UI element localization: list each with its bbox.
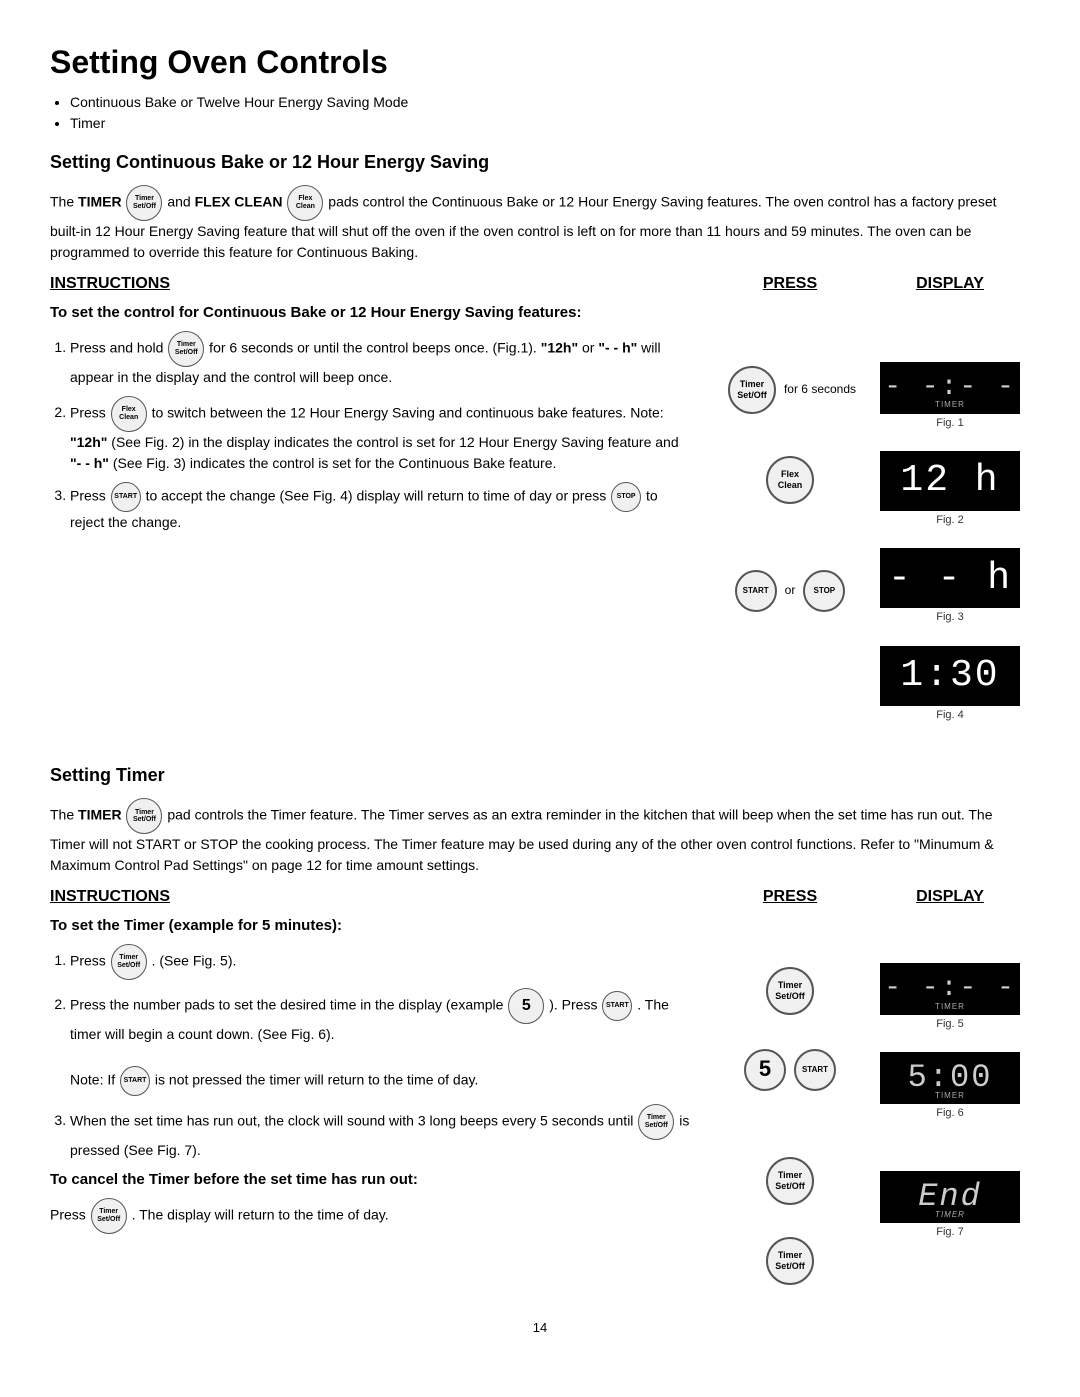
section1-press-3: START or STOP [733,568,848,614]
section1-step-3: Press START to accept the change (See Fi… [70,482,690,533]
fig2-label: Fig. 2 [936,513,964,528]
timer-for-6sec: TimerSet/Off for 6 seconds [724,362,856,418]
timer-btn-step1: TimerSet/Off [168,331,204,367]
fig7-display: End TIMER [880,1171,1020,1223]
section1-subsection-heading: To set the control for Continuous Bake o… [50,302,690,323]
fig4-display: 1:30 [880,646,1020,706]
fig4-label: Fig. 4 [936,708,964,723]
col-header-instructions-2: INSTRUCTIONS [50,886,710,914]
fig6-display: 5:00 TIMER [880,1052,1020,1104]
section1-intro: The TIMER TimerSet/Off and FLEX CLEAN Fl… [50,185,1030,263]
col-header-press-1: PRESS [710,273,870,301]
fig5: - -:- - TIMER Fig. 5 [880,963,1020,1044]
col-header-instructions-1: INSTRUCTIONS [50,273,710,301]
for-6-seconds-label: for 6 seconds [784,381,856,398]
number-5-btn: 5 [508,988,544,1024]
section2-subsection1-heading: To set the Timer (example for 5 minutes)… [50,915,690,936]
col-header-display-1: DISPLAY [870,273,1030,301]
number-start-row: 5 START [742,1047,838,1093]
section2-step-2: Press the number pads to set the desired… [70,988,690,1096]
section1-instructions-body: To set the control for Continuous Bake o… [50,302,710,744]
flex-clean-button-press2: FlexClean [766,456,814,504]
section2-instructions-body: To set the Timer (example for 5 minutes)… [50,915,710,1289]
section2-cancel-text: Press TimerSet/Off . The display will re… [50,1198,690,1234]
fig3-display: - - h [880,548,1020,608]
fig3: - - h Fig. 3 [880,548,1020,637]
stop-btn-step3: STOP [611,482,641,512]
fig4: 1:30 Fig. 4 [880,646,1020,735]
fig1: - -:- - TIMER Fig. 1 [880,362,1020,443]
page-title: Setting Oven Controls [50,40,1030,85]
fig6-sub: TIMER [935,1090,965,1101]
fig4-text: 1:30 [900,649,999,702]
timer-btn-s2-step1: TimerSet/Off [111,944,147,980]
section2-heading: Setting Timer [50,763,1030,788]
bullet-item-2: Timer [70,114,1030,134]
timer-button-press1: TimerSet/Off [728,366,776,414]
timer-btn-cancel-press: TimerSet/Off [766,1237,814,1285]
fig1-sub: TIMER [935,399,965,410]
start-btn-step3: START [111,482,141,512]
section2-subsection2-heading: To cancel the Timer before the set time … [50,1169,690,1190]
section1-display-col: - -:- - TIMER Fig. 1 12 h Fig. 2 - - h F… [870,302,1030,744]
timer-button-s2-press1: TimerSet/Off [766,967,814,1015]
section1-heading: Setting Continuous Bake or 12 Hour Energ… [50,150,1030,175]
start-btn-s2-step2: START [602,991,632,1021]
bullet-list: Continuous Bake or Twelve Hour Energy Sa… [70,93,1030,134]
number-5-press: 5 [744,1049,786,1091]
section2-intro: The TIMER TimerSet/Off pad controls the … [50,798,1030,876]
section2-press-cancel: TimerSet/Off [762,1233,818,1289]
fig7: End TIMER Fig. 7 [880,1171,1020,1252]
section2-press-col: TimerSet/Off 5 START TimerSet/Off TimerS… [710,915,870,1289]
section1-press-col: TimerSet/Off for 6 seconds FlexClean STA… [710,302,870,744]
fig5-sub: TIMER [935,1001,965,1012]
section2-display-col: - -:- - TIMER Fig. 5 5:00 TIMER Fig. 6 E… [870,915,1030,1289]
fig2-text: 12 h [900,454,999,507]
fig6: 5:00 TIMER Fig. 6 [880,1052,1020,1133]
timer-btn-s2-step3: TimerSet/Off [638,1104,674,1140]
fig5-label: Fig. 5 [936,1017,964,1032]
stop-button-press3: STOP [803,570,845,612]
section2-press-2: 5 START [742,1047,838,1093]
section2-steps-list: Press TimerSet/Off . (See Fig. 5). Press… [70,944,690,1161]
fig2: 12 h Fig. 2 [880,451,1020,540]
fig2-display: 12 h [880,451,1020,511]
col-header-display-2: DISPLAY [870,886,1030,914]
start-btn-press2: START [794,1049,836,1091]
start-btn-note: START [120,1066,150,1096]
section2-press-3: TimerSet/Off [762,1153,818,1209]
flex-clean-button-inline: FlexClean [287,185,323,221]
fig1-display: - -:- - TIMER [880,362,1020,414]
start-button-press3: START [735,570,777,612]
page-number: 14 [50,1319,1030,1337]
section1-press-2: FlexClean [762,452,818,508]
or-label: or [785,582,796,599]
flex-clean-btn-step2: FlexClean [111,396,147,432]
start-or-stop-row: START or STOP [733,568,848,614]
timer-button-inline: TimerSet/Off [126,185,162,221]
timer-button-inline-s2: TimerSet/Off [126,798,162,834]
bullet-item-1: Continuous Bake or Twelve Hour Energy Sa… [70,93,1030,113]
fig5-display: - -:- - TIMER [880,963,1020,1015]
section1-step-1: Press and hold TimerSet/Off for 6 second… [70,331,690,388]
section1-steps-list: Press and hold TimerSet/Off for 6 second… [70,331,690,533]
section2-step-1: Press TimerSet/Off . (See Fig. 5). [70,944,690,980]
fig6-label: Fig. 6 [936,1106,964,1121]
section1-step-2: Press FlexClean to switch between the 12… [70,396,690,474]
section2-grid: INSTRUCTIONS PRESS DISPLAY To set the Ti… [50,886,1030,1288]
fig7-label: Fig. 7 [936,1225,964,1240]
timer-btn-press3: TimerSet/Off [766,1157,814,1205]
section2-step-3: When the set time has run out, the clock… [70,1104,690,1161]
timer-btn-cancel: TimerSet/Off [91,1198,127,1234]
fig3-text: - - h [888,552,1012,605]
fig7-sub: TIMER [935,1209,965,1220]
fig1-label: Fig. 1 [936,416,964,431]
section2-press-1: TimerSet/Off [762,963,818,1019]
col-header-press-2: PRESS [710,886,870,914]
section1-grid: INSTRUCTIONS PRESS DISPLAY To set the co… [50,273,1030,743]
fig3-label: Fig. 3 [936,610,964,625]
section1-press-1: TimerSet/Off for 6 seconds [724,362,856,422]
